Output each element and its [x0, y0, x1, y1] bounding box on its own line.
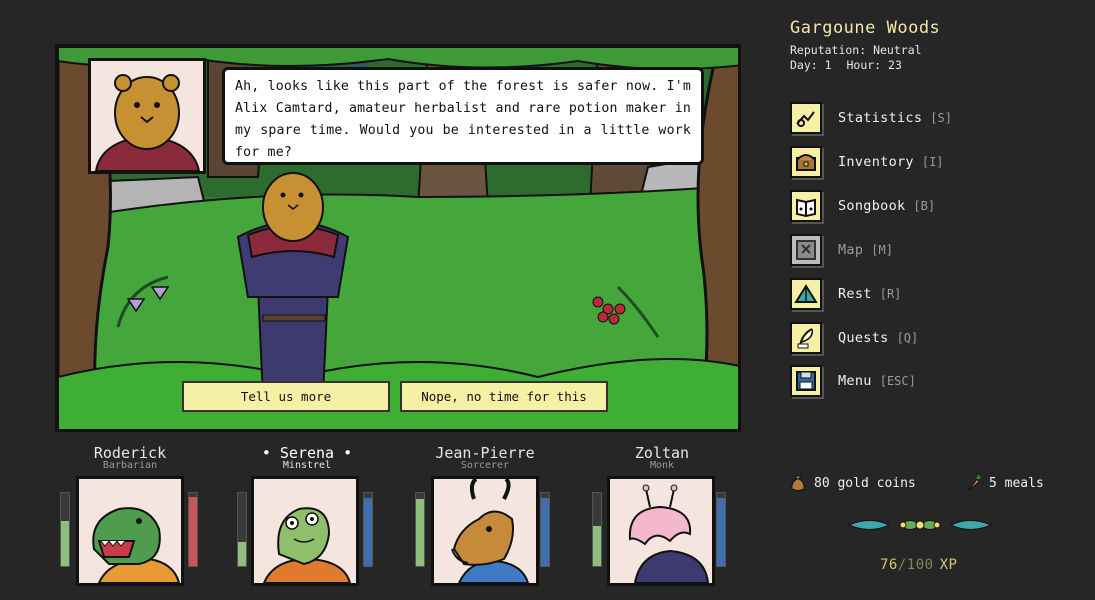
health-bar: [60, 492, 70, 567]
party-member-zoltan[interactable]: Zoltan Monk: [577, 440, 747, 600]
member-class: Monk: [649, 460, 675, 471]
resource-fill: [717, 498, 725, 566]
dialogue-bubble: Ah, looks like this part of the forest i…: [222, 67, 704, 165]
choice-no-time-button[interactable]: Nope, no time for this: [400, 381, 608, 412]
xp-max: 100: [906, 557, 934, 573]
member-portrait: [607, 476, 715, 586]
hour-label: Hour: 23: [846, 58, 902, 72]
resource-fill: [541, 498, 549, 566]
statistics-icon: [790, 102, 822, 134]
tent-icon: [790, 278, 822, 310]
choice-tell-us-more-button[interactable]: Tell us more: [182, 381, 390, 412]
dinosaur-avatar-icon: [92, 507, 181, 583]
menu-label: Quests: [838, 330, 889, 346]
menu-label: Map: [838, 242, 864, 258]
floppy-disk-icon: [790, 365, 822, 397]
party-member-serena[interactable]: • Serena • Minstrel: [222, 440, 392, 600]
lion-portrait-icon: [94, 74, 201, 171]
xp-unit: XP: [939, 557, 958, 573]
menu-statistics[interactable]: Statistics [S]: [790, 102, 952, 134]
resource-bar: [540, 492, 550, 567]
menu-shortcut: [R]: [879, 287, 902, 301]
menu-label: Songbook: [838, 198, 906, 214]
reputation-status: Reputation: Neutral: [790, 43, 922, 57]
member-portrait: [76, 476, 184, 586]
member-portrait: [431, 476, 539, 586]
slug-avatar-icon: [628, 484, 710, 583]
dialogue-text: Ah, looks like this part of the forest i…: [235, 79, 691, 160]
chest-icon: [790, 146, 822, 178]
xp-current: 76: [880, 557, 898, 573]
resource-bar: [188, 492, 198, 567]
health-fill: [593, 525, 601, 566]
coin-bag-icon: [791, 475, 805, 491]
day-label: Day: 1: [790, 58, 832, 72]
lizard-avatar-icon: [262, 507, 352, 583]
location-title: Gargoune Woods: [790, 18, 941, 38]
quill-icon: [790, 322, 822, 354]
party-member-roderick[interactable]: Roderick Barbarian: [45, 440, 215, 600]
choice-label: Nope, no time for this: [421, 389, 587, 404]
health-bar: [237, 492, 247, 567]
meals-counter: 5 meals: [965, 474, 1044, 492]
health-fill: [416, 498, 424, 566]
xp-separator: /: [897, 557, 907, 573]
resource-bar: [716, 492, 726, 567]
carrot-icon: [968, 474, 981, 491]
menu-main[interactable]: Menu [ESC]: [790, 365, 916, 397]
health-fill: [61, 520, 69, 566]
gold-label: 80 gold coins: [814, 475, 916, 491]
meals-label: 5 meals: [989, 475, 1044, 491]
menu-songbook[interactable]: Songbook [B]: [790, 190, 935, 222]
map-icon: [790, 234, 822, 266]
speaker-portrait: [88, 58, 206, 174]
resource-fill: [189, 496, 197, 566]
health-fill: [238, 541, 246, 566]
menu-shortcut: [Q]: [896, 331, 919, 345]
menu-shortcut: [M]: [871, 243, 893, 257]
menu-shortcut: [S]: [930, 111, 952, 125]
party-member-jean-pierre[interactable]: Jean-Pierre Sorcerer: [400, 440, 570, 600]
menu-quests[interactable]: Quests [Q]: [790, 322, 918, 354]
menu-map[interactable]: Map [M]: [790, 234, 893, 266]
menu-label: Inventory: [838, 154, 914, 170]
health-bar: [592, 492, 602, 567]
choice-label: Tell us more: [240, 389, 332, 404]
menu-shortcut: [I]: [921, 155, 944, 169]
songbook-icon: [790, 190, 822, 222]
menu-label: Rest: [838, 286, 872, 302]
member-class: Minstrel: [282, 460, 332, 471]
member-class: Barbarian: [102, 460, 158, 471]
resource-fill: [364, 498, 372, 566]
experience-counter: 76/100 XP: [880, 557, 957, 573]
menu-shortcut: [ESC]: [879, 374, 916, 388]
menu-label: Menu: [838, 373, 872, 389]
gold-counter: 80 gold coins: [790, 474, 916, 492]
member-portrait: [251, 476, 359, 586]
menu-inventory[interactable]: Inventory [I]: [790, 146, 944, 178]
time-status: Day: 1 Hour: 23: [790, 58, 910, 72]
menu-label: Statistics: [838, 110, 923, 126]
health-bar: [415, 492, 425, 567]
leaf-divider-icon: [847, 520, 993, 530]
resource-bar: [363, 492, 373, 567]
menu-shortcut: [B]: [913, 199, 936, 213]
member-class: Sorcerer: [460, 460, 510, 471]
antelope-avatar-icon: [451, 479, 530, 583]
menu-rest[interactable]: Rest [R]: [790, 278, 901, 310]
